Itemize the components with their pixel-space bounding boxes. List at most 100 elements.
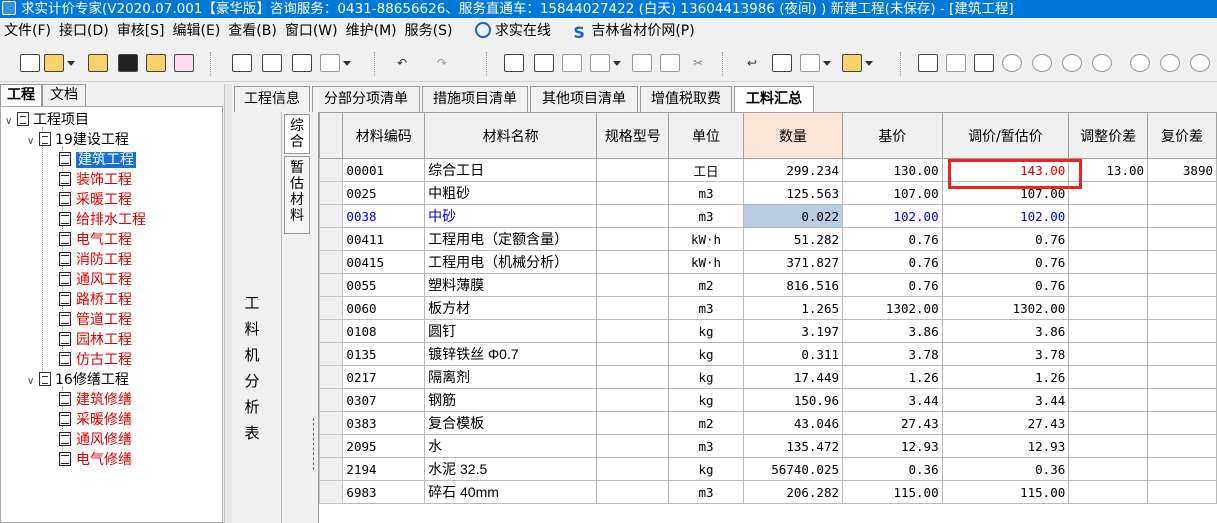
cell-price-diff[interactable]: [1068, 388, 1149, 412]
cell-unit[interactable]: kg: [668, 457, 744, 481]
cell-name[interactable]: 塑料薄膜: [424, 273, 598, 297]
cell-quantity[interactable]: 43.046: [742, 411, 844, 435]
cell-code[interactable]: 0060: [342, 296, 426, 320]
tab-document[interactable]: 文档: [42, 84, 86, 106]
cell-recheck-diff[interactable]: [1147, 273, 1217, 297]
menu-service[interactable]: 服务(S): [401, 18, 457, 44]
cell-unit[interactable]: m2: [668, 411, 744, 435]
cell-code[interactable]: 00415: [342, 250, 426, 274]
panel-icon[interactable]: [918, 54, 938, 72]
cell-adjusted-price[interactable]: 3.44: [941, 388, 1070, 412]
cell-quantity[interactable]: 0.311: [742, 342, 844, 366]
cell-base-price[interactable]: 3.86: [842, 319, 943, 343]
cell-price-diff[interactable]: [1068, 204, 1149, 228]
row-header[interactable]: [319, 273, 344, 297]
tree-item[interactable]: 消防工程: [59, 250, 132, 270]
cell-recheck-diff[interactable]: [1147, 388, 1217, 412]
cell-spec[interactable]: [596, 319, 670, 343]
cell-unit[interactable]: kg: [668, 319, 744, 343]
cell-adjusted-price[interactable]: 115.00: [941, 480, 1070, 504]
tree-item[interactable]: 仿古工程: [59, 350, 132, 370]
tree-item[interactable]: 电气工程: [59, 230, 132, 250]
single-circle-icon[interactable]: [1062, 54, 1082, 72]
table-row[interactable]: 2194 水泥 32.5 kg 56740.025 0.36 0.36: [319, 457, 1217, 481]
index-icon[interactable]: [292, 54, 312, 72]
table-row[interactable]: 0135 镀锌铁丝 Φ0.7 kg 0.311 3.78 3.78: [319, 342, 1217, 366]
collect-icon[interactable]: [504, 54, 524, 72]
col-header-unit[interactable]: 单位: [668, 112, 744, 159]
cell-recheck-diff[interactable]: [1147, 204, 1217, 228]
cell-name[interactable]: 复合模板: [424, 411, 598, 435]
cell-price-diff[interactable]: [1068, 365, 1149, 389]
cell-quantity[interactable]: 0.022: [742, 204, 844, 228]
cell-unit[interactable]: 工日: [668, 158, 744, 182]
cell-base-price[interactable]: 3.78: [842, 342, 943, 366]
cell-spec[interactable]: [596, 181, 670, 205]
cell-quantity[interactable]: 150.96: [742, 388, 844, 412]
row-header[interactable]: [319, 319, 344, 343]
tab-vat-fees[interactable]: 增值税取费: [640, 86, 732, 112]
cell-quantity[interactable]: 299.234: [742, 158, 844, 182]
cell-adjusted-price[interactable]: 1302.00: [941, 296, 1070, 320]
cell-price-diff[interactable]: [1068, 434, 1149, 458]
cell-name[interactable]: 板方材: [424, 296, 598, 320]
cell-adjusted-price[interactable]: 3.86: [941, 319, 1070, 343]
cell-adjusted-price[interactable]: 143.00: [941, 158, 1070, 182]
check-circle-icon[interactable]: [1092, 54, 1112, 72]
tab-sub-items[interactable]: 分部分项清单: [312, 86, 420, 112]
tree-item[interactable]: 通风工程: [59, 270, 132, 290]
cell-base-price[interactable]: 102.00: [842, 204, 943, 228]
table-row[interactable]: 0038 中砂 m3 0.022 102.00 102.00: [319, 204, 1217, 228]
cell-base-price[interactable]: 27.43: [842, 411, 943, 435]
fixed-circle-icon[interactable]: [1190, 54, 1210, 72]
cell-adjusted-price[interactable]: 1.26: [941, 365, 1070, 389]
cell-quantity[interactable]: 206.282: [742, 480, 844, 504]
menu-window[interactable]: 窗口(W): [281, 18, 342, 44]
row-header[interactable]: [319, 158, 344, 182]
cell-name[interactable]: 水泥 32.5: [424, 457, 598, 481]
col-header-price-diff[interactable]: 调整价差: [1068, 112, 1149, 159]
vtab-comprehensive[interactable]: 综合: [284, 114, 310, 154]
rows-icon[interactable]: [946, 54, 966, 72]
table-row[interactable]: 00001 综合工日 工日 299.234 130.00 143.00 13.00 3890: [319, 158, 1217, 182]
cell-adjusted-price[interactable]: 102.00: [941, 204, 1070, 228]
row-header[interactable]: [319, 342, 344, 366]
row-header[interactable]: [319, 296, 344, 320]
cell-price-diff[interactable]: [1068, 250, 1149, 274]
cell-unit[interactable]: m3: [668, 480, 744, 504]
cell-name[interactable]: 碎石 40mm: [424, 480, 598, 504]
tab-other-items[interactable]: 其他项目清单: [530, 86, 638, 112]
cell-base-price[interactable]: 115.00: [842, 480, 943, 504]
replace-icon[interactable]: [660, 54, 680, 72]
export-icon[interactable]: [146, 54, 166, 72]
cell-recheck-diff[interactable]: [1147, 181, 1217, 205]
tree-item[interactable]: 给排水工程: [59, 210, 146, 230]
table-row[interactable]: 0055 塑料薄膜 m2 816.516 0.76 0.76: [319, 273, 1217, 297]
cell-spec[interactable]: [596, 365, 670, 389]
cell-code[interactable]: 2095: [342, 434, 426, 458]
tree-item[interactable]: 园林工程: [59, 330, 132, 350]
cell-base-price[interactable]: 0.76: [842, 250, 943, 274]
cut-icon[interactable]: ✂: [688, 54, 708, 72]
col-header-adjusted-price[interactable]: 调价/暂估价: [941, 112, 1070, 159]
cell-name[interactable]: 工程用电（定额含量）: [424, 227, 598, 251]
cell-code[interactable]: 0217: [342, 365, 426, 389]
cell-quantity[interactable]: 3.197: [742, 319, 844, 343]
tree-item[interactable]: 采暖修缮: [59, 410, 132, 430]
cell-spec[interactable]: [596, 342, 670, 366]
row-header[interactable]: [319, 434, 344, 458]
cell-unit[interactable]: m3: [668, 434, 744, 458]
cell-unit[interactable]: kg: [668, 342, 744, 366]
tree-item[interactable]: 电气修缮: [59, 450, 132, 470]
cell-recheck-diff[interactable]: [1147, 319, 1217, 343]
cell-adjusted-price[interactable]: 0.36: [941, 457, 1070, 481]
row-header[interactable]: [319, 250, 344, 274]
cell-code[interactable]: 0108: [342, 319, 426, 343]
cell-adjusted-price[interactable]: 0.76: [941, 273, 1070, 297]
target-circle-icon[interactable]: [1160, 54, 1180, 72]
cell-code[interactable]: 0135: [342, 342, 426, 366]
cell-quantity[interactable]: 1.265: [742, 296, 844, 320]
cell-base-price[interactable]: 1302.00: [842, 296, 943, 320]
cell-spec[interactable]: [596, 227, 670, 251]
cell-name[interactable]: 钢筋: [424, 388, 598, 412]
